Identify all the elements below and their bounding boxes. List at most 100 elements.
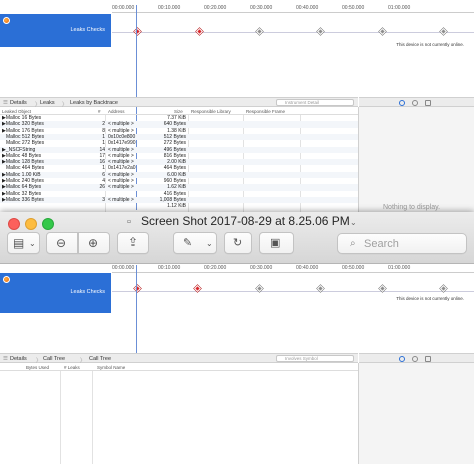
details-icon: ☰	[3, 356, 8, 362]
details-icon[interactable]: ☰	[3, 100, 8, 106]
ruler-tick: 00:50.000	[342, 265, 365, 271]
leak-size: 1.12 KiB	[167, 203, 186, 210]
empty-inspector-text: Nothing to display.	[383, 204, 441, 211]
detail-navigation-bar: ☰ Details 〉 Leaks 〉 Leaks by Backtrace I…	[0, 97, 358, 108]
search-placeholder: Search	[364, 238, 399, 250]
timeline-cursor	[136, 265, 137, 353]
chevron-right-icon: 〉	[80, 358, 86, 364]
column-header: # Leaks	[64, 365, 80, 370]
ruler-tick: 00:00.000	[112, 265, 135, 271]
inspector-panel: Nothing to display.	[358, 107, 474, 212]
ruler-tick: 00:20.000	[204, 265, 227, 271]
chevron-right-icon: 〉	[62, 102, 68, 108]
detail-navigation-bar: ☰ Details 〉 Call Tree 〉 Call Tree Involv…	[0, 353, 358, 364]
column-divider	[60, 371, 61, 464]
device-notice: This device is not currently online.	[396, 42, 464, 47]
check-marker-icon[interactable]	[439, 27, 448, 36]
call-tree-table-header: Bytes Used # Leaks Symbol Name	[0, 364, 358, 371]
markup-button[interactable]: ✎ ⌄	[173, 232, 217, 254]
share-button[interactable]: ⇪	[117, 232, 149, 254]
extended-detail-icon[interactable]	[425, 100, 431, 106]
minimize-window-button[interactable]	[25, 218, 37, 230]
inspector-panel	[358, 363, 474, 464]
column-header[interactable]: Address	[108, 109, 125, 114]
column-header[interactable]: #	[98, 109, 101, 114]
zoom-out-icon: ⊖	[56, 236, 67, 250]
toolbox-icon: ▣	[270, 237, 281, 249]
zoom-in-icon: ⊕	[88, 236, 99, 250]
gear-icon[interactable]	[412, 100, 418, 106]
ruler-tick: 01:00.000	[388, 5, 411, 11]
track-baseline	[112, 32, 474, 33]
column-header[interactable]: Leaked Object	[2, 109, 31, 114]
call-tree-tab-2: Call Tree	[89, 356, 112, 362]
ruler-tick: 00:10.000	[158, 265, 181, 271]
device-notice: This device is not currently online.	[396, 296, 464, 301]
record-settings-icon[interactable]	[399, 100, 405, 106]
track-leaks-checks[interactable]: Leaks Checks	[0, 14, 111, 47]
timeline-ruler[interactable]: 00:00.000 00:10.000 00:20.000 00:30.000 …	[112, 5, 474, 13]
timeline-ruler: 00:00.000 00:10.000 00:20.000 00:30.000 …	[112, 265, 474, 273]
column-header[interactable]: Responsible Library	[191, 109, 231, 114]
track-leaks-checks: Leaks Checks	[0, 273, 111, 313]
search-field[interactable]: ⌕ Search	[337, 233, 467, 254]
sidebar-icon: ▤	[13, 236, 25, 250]
zoom-in-button[interactable]: ⊕	[78, 232, 110, 254]
inspector-tab-bar	[359, 353, 474, 363]
table-row[interactable]: 1.12 KiB	[0, 203, 358, 209]
zoom-out-button[interactable]: ⊖	[46, 232, 78, 254]
leaks-by-backtrace-tab[interactable]: Leaks by Backtrace	[70, 100, 118, 106]
preview-titlebar[interactable]: ▫ Screen Shot 2017-08-29 at 8.25.06 PM ⌄…	[0, 212, 474, 264]
rotate-icon: ↻	[233, 237, 243, 249]
check-marker-icon[interactable]	[255, 27, 264, 36]
details-tab: Details	[10, 356, 27, 362]
extended-detail-icon	[425, 356, 431, 362]
track-label: Leaks Checks	[70, 289, 105, 295]
track-baseline	[112, 291, 474, 292]
column-header: Symbol Name	[97, 365, 126, 370]
ruler-tick: 00:30.000	[250, 5, 273, 11]
chevron-right-icon: 〉	[36, 358, 42, 364]
leaks-table-body: ▶Malloc 16 Bytes 7.37 KiB ▶Malloc 320 Byt…	[0, 115, 358, 212]
instrument-detail-filter[interactable]: Instrument Detail	[276, 99, 354, 106]
ruler-tick: 00:10.000	[158, 5, 181, 11]
ruler-tick: 00:20.000	[204, 5, 227, 11]
chevron-down-icon: ⌄	[206, 239, 213, 248]
column-divider	[92, 371, 93, 464]
chevron-down-icon: ⌄	[29, 239, 36, 248]
inspector-tab-bar	[359, 97, 474, 107]
track-label: Leaks Checks	[70, 27, 105, 33]
preview-window[interactable]: ▫ Screen Shot 2017-08-29 at 8.25.06 PM ⌄…	[0, 212, 474, 464]
leaks-tab[interactable]: Leaks	[40, 100, 55, 106]
column-header[interactable]: Responsible Frame	[246, 109, 285, 114]
document-icon: ▫	[127, 216, 131, 228]
markup-toolbox-button[interactable]: ▣	[259, 232, 294, 254]
call-tree-tab: Call Tree	[43, 356, 66, 362]
check-marker-icon[interactable]	[316, 27, 325, 36]
ruler-tick: 01:00.000	[388, 265, 411, 271]
details-tab[interactable]: Details	[10, 100, 27, 106]
close-window-button[interactable]	[8, 218, 20, 230]
ruler-tick: 00:50.000	[342, 5, 365, 11]
share-icon: ⇪	[128, 235, 139, 249]
ruler-tick: 00:40.000	[296, 5, 319, 11]
ruler-tick: 00:00.000	[112, 5, 135, 11]
leak-marker-icon[interactable]	[195, 27, 204, 36]
leaks-table-header: Leaked Object # Address Size Responsible…	[0, 108, 358, 115]
column-header: Bytes Used	[26, 365, 50, 370]
ruler-tick: 00:40.000	[296, 265, 319, 271]
title-chevron-down-icon[interactable]: ⌄	[350, 217, 357, 229]
zoom-window-button[interactable]	[42, 218, 54, 230]
sidebar-view-button[interactable]: ▤ ⌄	[7, 232, 40, 254]
column-header[interactable]: Size	[174, 109, 183, 114]
window-title: Screen Shot 2017-08-29 at 8.25.06 PM	[141, 214, 350, 228]
ruler-tick: 00:30.000	[250, 265, 273, 271]
check-marker-icon[interactable]	[378, 27, 387, 36]
record-settings-icon	[399, 356, 405, 362]
involves-symbol-filter: Involves Symbol	[276, 355, 354, 362]
rotate-button[interactable]: ↻	[224, 232, 252, 254]
pen-icon: ✎	[183, 237, 193, 249]
search-icon: ⌕	[350, 238, 356, 249]
preview-image: 00:00.000 00:10.000 00:20.000 00:30.000 …	[0, 265, 474, 464]
gear-icon	[412, 356, 418, 362]
